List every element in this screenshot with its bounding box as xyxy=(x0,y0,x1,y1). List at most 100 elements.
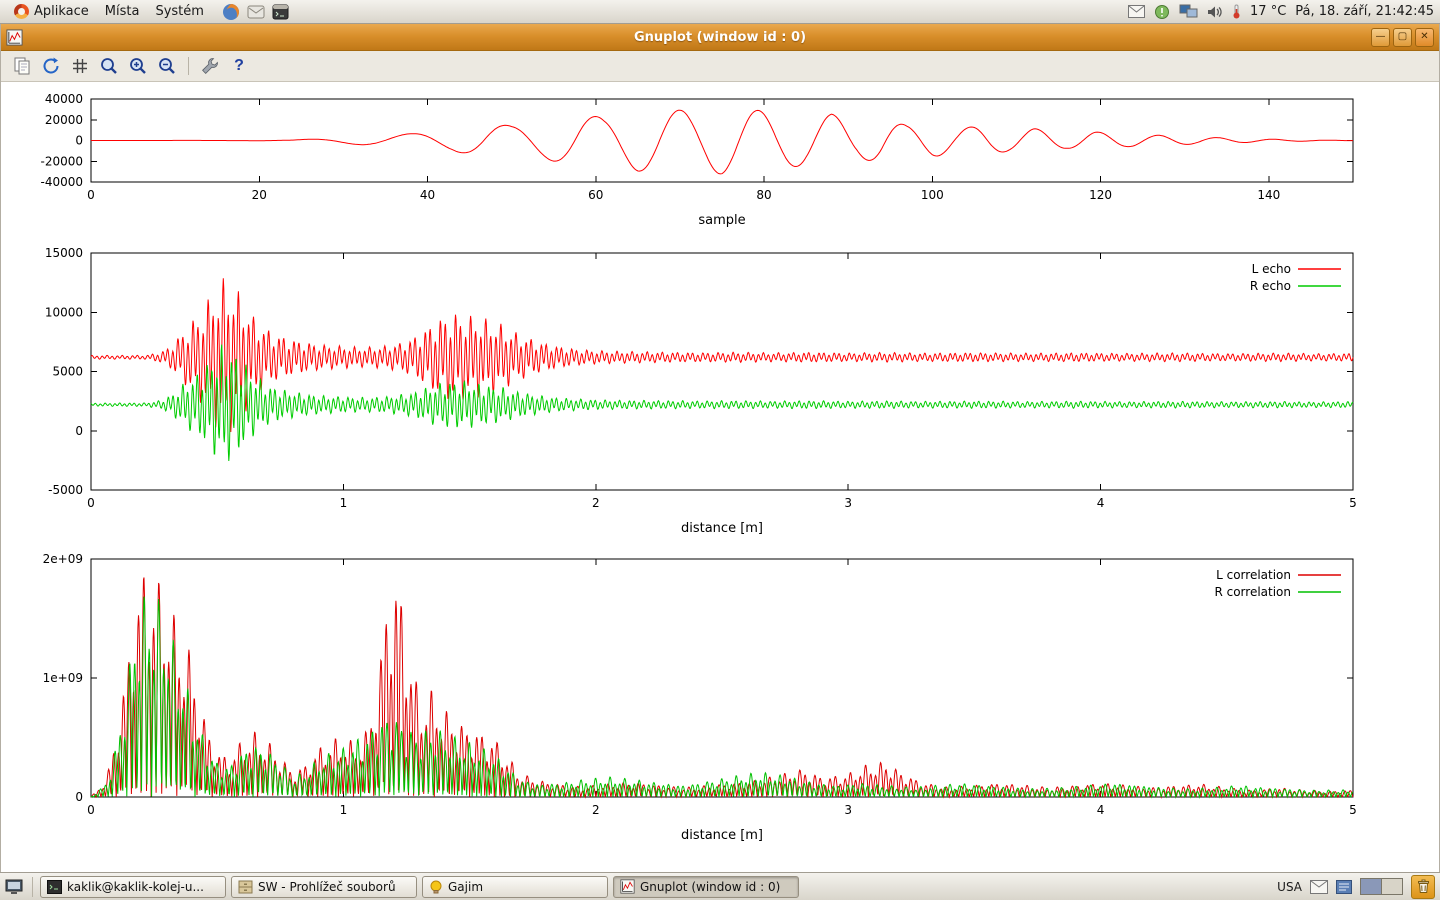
gnuplot-window: Gnuplot (window id : 0) — ▢ ✕ xyxy=(0,24,1440,872)
svg-text:0: 0 xyxy=(75,424,83,438)
taskbar-tray: USA xyxy=(1277,875,1435,899)
gnuplot-window-icon xyxy=(6,29,23,46)
svg-text:1e+09: 1e+09 xyxy=(43,671,83,685)
minimize-button[interactable]: — xyxy=(1371,28,1390,47)
svg-text:0: 0 xyxy=(87,496,95,510)
svg-text:60: 60 xyxy=(588,188,603,202)
weather-thermometer-icon[interactable] xyxy=(1232,4,1241,19)
replot-button[interactable] xyxy=(38,54,64,79)
copy-icon xyxy=(12,56,32,76)
mail-launcher-icon[interactable] xyxy=(247,4,265,20)
svg-text:40000: 40000 xyxy=(45,92,83,106)
copy-button[interactable] xyxy=(9,54,35,79)
window-title: Gnuplot (window id : 0) xyxy=(1,30,1439,45)
grid-icon xyxy=(70,56,90,76)
show-desktop-icon[interactable] xyxy=(5,879,23,895)
top-panel: Aplikace Místa Systém xyxy=(0,0,1440,24)
svg-text:0: 0 xyxy=(87,803,95,817)
task-button-file-manager[interactable]: SW - Prohlížeč souborů xyxy=(231,876,417,898)
software-update-icon[interactable] xyxy=(1154,4,1170,20)
svg-text:R echo: R echo xyxy=(1250,279,1291,293)
zoom-in-button[interactable] xyxy=(125,54,151,79)
svg-text:2: 2 xyxy=(592,803,600,817)
settings-wrench-icon xyxy=(200,56,220,76)
task-button-gnuplot[interactable]: Gnuplot (window id : 0) xyxy=(613,876,799,898)
panel-tray: 17 °C Pá, 18. září, 21:42:45 xyxy=(1128,4,1434,20)
svg-text:-20000: -20000 xyxy=(40,154,83,168)
toolbar-separator xyxy=(188,57,189,75)
task-label: Gnuplot (window id : 0) xyxy=(640,880,780,894)
svg-text:80: 80 xyxy=(756,188,771,202)
svg-text:1: 1 xyxy=(340,803,348,817)
firefox-launcher-icon[interactable] xyxy=(222,3,240,21)
task-button-terminal[interactable]: kaklik@kaklik-kolej-u... xyxy=(40,876,226,898)
window-list-icon[interactable] xyxy=(1336,880,1352,894)
gajim-icon xyxy=(429,880,443,894)
svg-text:distance [m]: distance [m] xyxy=(681,828,763,843)
task-label: SW - Prohlížeč souborů xyxy=(258,880,396,894)
bottom-panel: kaklik@kaklik-kolej-u... SW - Prohlížeč … xyxy=(0,872,1440,900)
svg-text:-40000: -40000 xyxy=(40,175,83,189)
ubuntu-logo-icon xyxy=(14,4,29,19)
menu-system-label: Systém xyxy=(155,4,203,19)
svg-text:1: 1 xyxy=(340,496,348,510)
maximize-icon: ▢ xyxy=(1398,31,1407,42)
svg-text:3: 3 xyxy=(844,496,852,510)
volume-icon[interactable] xyxy=(1207,5,1223,19)
svg-text:distance [m]: distance [m] xyxy=(681,521,763,536)
svg-text:15000: 15000 xyxy=(45,246,83,260)
close-icon: ✕ xyxy=(1420,31,1428,42)
zoom-out-button[interactable] xyxy=(154,54,180,79)
svg-text:120: 120 xyxy=(1089,188,1112,202)
menu-applications-label: Aplikace xyxy=(34,4,89,19)
svg-text:L correlation: L correlation xyxy=(1216,568,1291,582)
zoom-in-icon xyxy=(128,56,148,76)
mail-icon[interactable] xyxy=(1310,880,1328,894)
menu-places[interactable]: Místa xyxy=(97,2,148,21)
menu-applications[interactable]: Aplikace xyxy=(6,2,97,21)
close-button[interactable]: ✕ xyxy=(1415,28,1434,47)
taskbar-separator xyxy=(32,877,33,897)
clock-applet[interactable]: Pá, 18. září, 21:42:45 xyxy=(1295,4,1434,19)
menu-system[interactable]: Systém xyxy=(147,2,211,21)
titlebar[interactable]: Gnuplot (window id : 0) — ▢ ✕ xyxy=(1,24,1439,51)
svg-text:L echo: L echo xyxy=(1252,262,1291,276)
plot-area[interactable]: 020406080100120140-40000-200000200004000… xyxy=(1,82,1439,872)
svg-text:2: 2 xyxy=(592,496,600,510)
gnuplot-charts[interactable]: 020406080100120140-40000-200000200004000… xyxy=(1,82,1439,872)
mail-notification-icon[interactable] xyxy=(1128,5,1145,18)
task-button-gajim[interactable]: Gajim xyxy=(422,876,608,898)
svg-text:sample: sample xyxy=(698,213,745,228)
trash-button[interactable] xyxy=(1411,875,1435,899)
workspace-1[interactable] xyxy=(1361,879,1381,894)
zoom-previous-button[interactable] xyxy=(96,54,122,79)
trash-icon xyxy=(1417,879,1430,894)
zoom-previous-icon xyxy=(99,56,119,76)
maximize-button[interactable]: ▢ xyxy=(1393,28,1412,47)
svg-text:R correlation: R correlation xyxy=(1214,585,1291,599)
workspace-2[interactable] xyxy=(1381,879,1402,894)
task-label: Gajim xyxy=(448,880,483,894)
help-button[interactable]: ? xyxy=(226,54,252,79)
grid-button[interactable] xyxy=(67,54,93,79)
network-monitors-icon[interactable] xyxy=(1179,4,1198,19)
svg-text:0: 0 xyxy=(75,134,83,148)
svg-text:20000: 20000 xyxy=(45,113,83,127)
svg-text:0: 0 xyxy=(87,188,95,202)
temperature-indicator[interactable]: 17 °C xyxy=(1250,4,1286,19)
svg-text:5000: 5000 xyxy=(52,365,83,379)
terminal-launcher-icon[interactable] xyxy=(272,4,289,20)
svg-text:4: 4 xyxy=(1097,803,1105,817)
settings-button[interactable] xyxy=(197,54,223,79)
minimize-icon: — xyxy=(1376,31,1386,42)
panel-menus: Aplikace Místa Systém xyxy=(6,2,289,21)
svg-text:2e+09: 2e+09 xyxy=(43,552,83,566)
menu-places-label: Místa xyxy=(105,4,140,19)
keyboard-layout-indicator[interactable]: USA xyxy=(1277,880,1302,894)
help-icon: ? xyxy=(234,57,244,75)
svg-text:140: 140 xyxy=(1257,188,1280,202)
svg-text:100: 100 xyxy=(921,188,944,202)
terminal-icon xyxy=(47,880,62,894)
workspace-switcher[interactable] xyxy=(1360,878,1403,895)
task-label: kaklik@kaklik-kolej-u... xyxy=(67,880,204,894)
